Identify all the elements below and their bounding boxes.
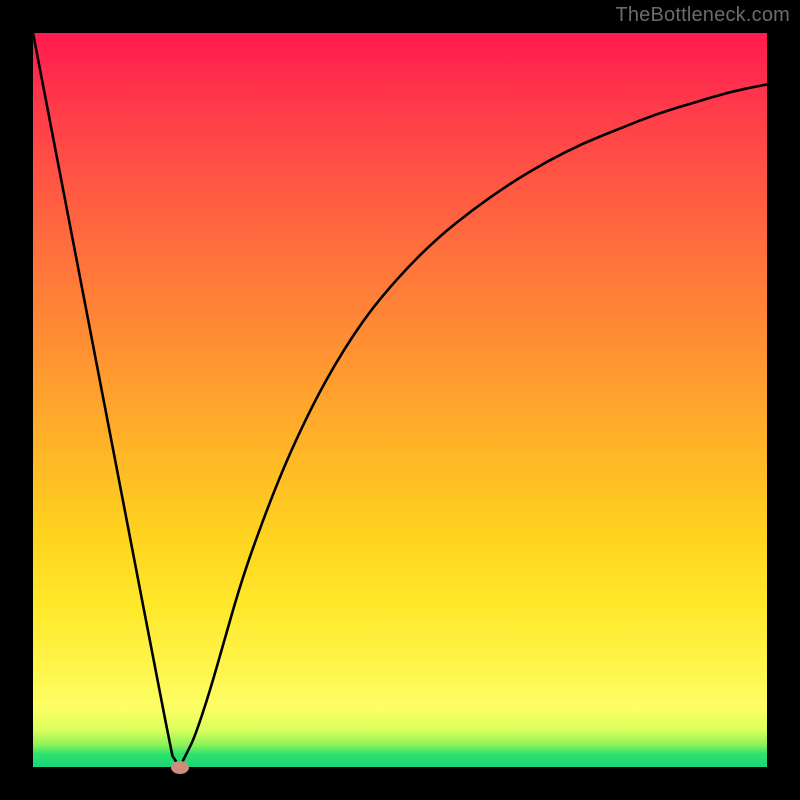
chart-frame: TheBottleneck.com [0,0,800,800]
minimum-marker [171,761,189,774]
watermark-text: TheBottleneck.com [615,4,790,27]
bottleneck-curve [33,33,767,767]
plot-area [33,33,767,767]
